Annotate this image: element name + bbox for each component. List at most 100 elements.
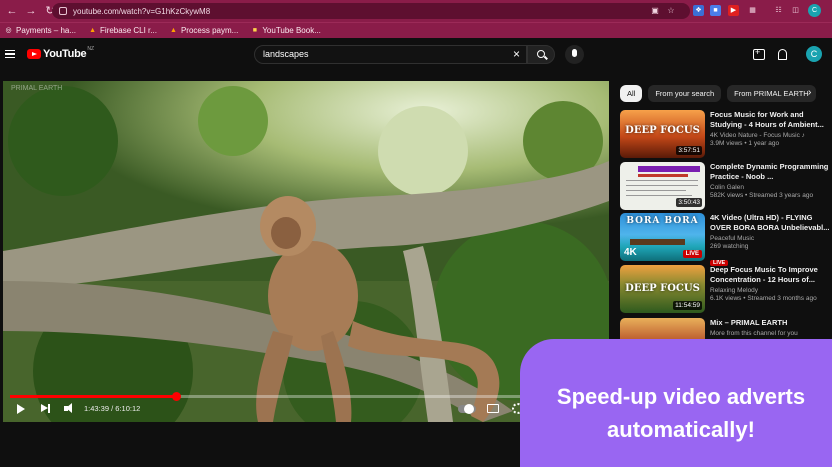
thumbnail-graphic bbox=[626, 190, 686, 191]
chevron-right-icon[interactable]: › bbox=[808, 87, 818, 99]
voice-search-button[interactable] bbox=[565, 45, 584, 64]
firebase-icon: ▲ bbox=[169, 27, 177, 34]
time-display: 1:43:39 / 6:10:12 bbox=[84, 404, 140, 413]
bookmark-label: Firebase CLI r... bbox=[100, 26, 157, 35]
next-video-icon[interactable] bbox=[41, 403, 51, 415]
autoplay-toggle[interactable] bbox=[458, 404, 476, 414]
video-meta: 269 watching bbox=[710, 243, 749, 250]
video-meta: 6.1K views • Streamed 3 months ago bbox=[710, 295, 817, 302]
bookmark-item[interactable]: ◎ Payments – ha... bbox=[4, 26, 76, 35]
recommendation-item[interactable]: 3:50:43 Complete Dynamic Programming Pra… bbox=[620, 162, 832, 210]
bookmark-icon: ■ bbox=[252, 27, 257, 34]
bookmark-label: Payments – ha... bbox=[16, 26, 77, 35]
subtitles-icon[interactable] bbox=[487, 404, 499, 413]
avatar[interactable]: C bbox=[806, 46, 822, 62]
forward-icon[interactable]: → bbox=[24, 4, 38, 18]
recommendation-info: 4K Video (Ultra HD) - FLYING OVER BORA B… bbox=[710, 213, 832, 269]
clear-search-icon[interactable]: × bbox=[513, 47, 520, 61]
notifications-bell-icon[interactable] bbox=[778, 49, 787, 60]
create-video-icon[interactable] bbox=[753, 47, 765, 60]
video-duration: 3:50:43 bbox=[676, 198, 702, 207]
volume-icon[interactable] bbox=[64, 403, 75, 415]
channel-name[interactable]: Relaxing Melody bbox=[710, 287, 832, 295]
chip-all[interactable]: All bbox=[620, 85, 643, 102]
channel-name[interactable]: Peaceful Music bbox=[710, 235, 832, 243]
globe-icon: ◎ bbox=[5, 27, 12, 34]
video-thumbnail[interactable]: 3:50:43 bbox=[620, 162, 705, 210]
chip-from-primal-earth[interactable]: From PRIMAL EARTH bbox=[727, 85, 816, 102]
microphone-icon bbox=[572, 49, 577, 57]
recommendation-info: Complete Dynamic Programming Practice - … bbox=[710, 162, 832, 200]
search-query: landscapes bbox=[263, 49, 309, 59]
play-icon[interactable] bbox=[17, 404, 25, 414]
extension-icon[interactable]: ❖ bbox=[693, 5, 704, 16]
chip-from-your-search[interactable]: From your search bbox=[648, 85, 722, 102]
promo-line-1: Speed-up video adverts bbox=[556, 384, 806, 409]
search-input[interactable]: landscapes × bbox=[254, 45, 527, 64]
logo-text: YouTube bbox=[43, 48, 87, 60]
video-thumbnail[interactable]: BORA BORA 4K LIVE bbox=[620, 213, 705, 261]
search-icon bbox=[537, 50, 545, 58]
progress-played bbox=[10, 395, 176, 398]
bookmark-item[interactable]: ▲ Firebase CLI r... bbox=[88, 26, 157, 35]
thumbnail-graphic bbox=[638, 166, 700, 172]
search-button[interactable] bbox=[527, 45, 555, 64]
thumbnail-graphic bbox=[626, 180, 698, 181]
thumbnail-graphic bbox=[626, 195, 692, 196]
logo-country: NZ bbox=[87, 46, 94, 52]
extension-icon[interactable]: ▶ bbox=[728, 5, 739, 16]
recommendation-item[interactable]: DEEP FOCUS 3:57:51 Focus Music for Work … bbox=[620, 110, 832, 158]
thumbnail-text: DEEP FOCUS bbox=[625, 283, 700, 294]
video-meta: 582K views • Streamed 3 years ago bbox=[710, 192, 814, 199]
bookmarks-bar: ◎ Payments – ha... ▲ Firebase CLI r... ▲… bbox=[0, 22, 832, 38]
youtube-logo[interactable]: YouTube NZ bbox=[27, 46, 94, 60]
channel-name[interactable]: Colin Galen bbox=[710, 184, 832, 192]
recommendation-item[interactable]: DEEP FOCUS 11:54:59 Deep Focus Music To … bbox=[620, 265, 832, 313]
video-title[interactable]: Complete Dynamic Programming Practice - … bbox=[710, 162, 832, 182]
bookmark-star-icon[interactable]: ☆ bbox=[666, 6, 676, 16]
video-title[interactable]: Mix – PRIMAL EARTH bbox=[710, 318, 832, 328]
recommendation-info: Deep Focus Music To Improve Concentratio… bbox=[710, 265, 832, 303]
page-bottom bbox=[0, 422, 520, 467]
thumbnail-text: DEEP FOCUS bbox=[625, 125, 700, 136]
current-time: 1:43:39 bbox=[84, 404, 110, 413]
video-duration: 11:54:59 bbox=[673, 301, 702, 310]
youtube-header: YouTube NZ landscapes × C bbox=[0, 38, 832, 72]
thumbnail-graphic bbox=[626, 185, 698, 186]
back-icon[interactable]: ← bbox=[5, 4, 19, 18]
video-title[interactable]: Focus Music for Work and Studying - 4 Ho… bbox=[710, 110, 832, 130]
duration: 6:10:12 bbox=[115, 404, 141, 413]
scrubber-handle[interactable] bbox=[171, 392, 181, 401]
menu-icon[interactable] bbox=[5, 50, 15, 58]
recommendation-info: Focus Music for Work and Studying - 4 Ho… bbox=[710, 110, 832, 148]
video-meta: 3.9M views • 1 year ago bbox=[710, 140, 780, 147]
video-thumbnail[interactable]: DEEP FOCUS 3:57:51 bbox=[620, 110, 705, 158]
video-thumbnail[interactable]: DEEP FOCUS 11:54:59 bbox=[620, 265, 705, 313]
video-duration: 3:57:51 bbox=[676, 146, 702, 155]
install-app-icon[interactable]: ▣ bbox=[650, 6, 660, 16]
extension-icon[interactable]: ■ bbox=[710, 5, 721, 16]
site-info-icon[interactable] bbox=[59, 7, 67, 15]
bookmark-item[interactable]: ■ YouTube Book... bbox=[250, 26, 321, 35]
bookmark-item[interactable]: ▲ Process paym... bbox=[169, 26, 238, 35]
bookmark-label: Process paym... bbox=[180, 26, 239, 35]
channel-watermark: PRIMAL EARTH bbox=[11, 85, 63, 92]
thumbnail-text: BORA BORA bbox=[626, 216, 699, 226]
live-badge: LIVE bbox=[682, 250, 702, 258]
video-title[interactable]: Deep Focus Music To Improve Concentratio… bbox=[710, 265, 832, 285]
tab-search-icon[interactable]: ☷ bbox=[773, 5, 784, 16]
promo-line-2: automatically! bbox=[607, 417, 755, 442]
browser-toolbar: ← → ↻ youtube.com/watch?v=G1hKzCkywM8 ▣ … bbox=[0, 0, 832, 22]
video-player[interactable]: PRIMAL EARTH 1:43:39 / 6:10:12 bbox=[3, 81, 609, 422]
channel-name[interactable]: More from this channel for you bbox=[710, 330, 832, 338]
progress-bar[interactable] bbox=[10, 392, 602, 401]
filter-chips: All From your search From PRIMAL EARTH bbox=[620, 85, 822, 102]
video-title[interactable]: 4K Video (Ultra HD) - FLYING OVER BORA B… bbox=[710, 213, 832, 233]
browser-profile-avatar[interactable]: C bbox=[808, 4, 821, 17]
youtube-play-icon bbox=[27, 49, 41, 59]
recommendation-item[interactable]: BORA BORA 4K LIVE 4K Video (Ultra HD) - … bbox=[620, 213, 832, 266]
extensions-puzzle-icon[interactable]: ▦ bbox=[747, 5, 758, 16]
channel-name[interactable]: 4K Video Nature - Focus Music ♪ bbox=[710, 132, 832, 140]
side-panel-icon[interactable]: ◫ bbox=[790, 5, 801, 16]
address-bar[interactable]: youtube.com/watch?v=G1hKzCkywM8 ▣ ☆ bbox=[52, 3, 690, 19]
